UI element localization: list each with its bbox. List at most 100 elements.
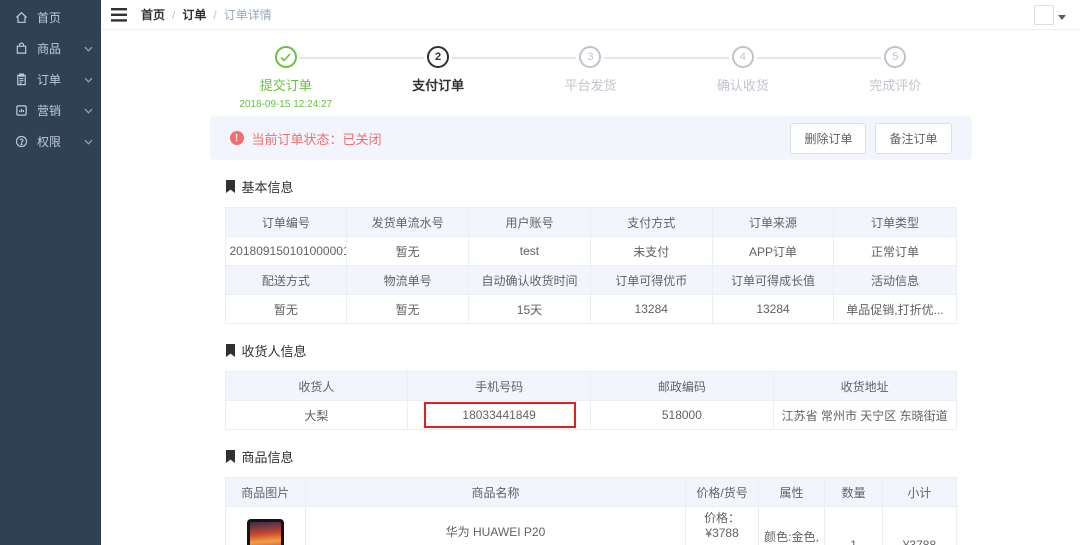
product-name-cell: 华为 HUAWEI P20 品牌：华为 xyxy=(305,507,685,545)
col-header: 物流单号 xyxy=(347,266,469,295)
step-platform-ship: 3 平台发货 xyxy=(514,46,666,110)
product-price-cell: 价格：¥3788 货号：6946605 xyxy=(686,507,759,545)
order-icon xyxy=(15,73,28,86)
sidebar-item-home[interactable]: 首页 xyxy=(0,2,101,33)
breadcrumb: 首页 / 订单 / 订单详情 xyxy=(141,6,272,23)
caret-down-icon[interactable] xyxy=(1058,15,1066,20)
delivery-sn: 暂无 xyxy=(347,237,469,266)
product-info-section-title: 商品信息 xyxy=(225,447,957,466)
table-row: 201809150101000001 暂无 test 未支付 APP订单 正常订… xyxy=(225,237,956,266)
table-row: 大梨 18033441849 518000 江苏省 常州市 天宁区 东晓街道 xyxy=(225,401,956,430)
step-label: 提交订单 xyxy=(260,75,312,94)
table-row: 华为 HUAWEI P20 品牌：华为 价格：¥3788 货号：6946605 … xyxy=(225,507,956,545)
step-label: 确认收货 xyxy=(717,75,769,94)
col-header: 手机号码 xyxy=(408,372,591,401)
step-number: 3 xyxy=(579,46,601,68)
breadcrumb-separator: / xyxy=(172,8,175,22)
col-header: 收货人 xyxy=(225,372,408,401)
col-header: 支付方式 xyxy=(590,208,712,237)
post-code: 518000 xyxy=(591,401,774,430)
product-price: 价格：¥3788 xyxy=(690,509,754,540)
section-title-text: 收货人信息 xyxy=(242,341,307,360)
receiver-name: 大梨 xyxy=(225,401,408,430)
permission-icon xyxy=(15,135,28,148)
bookmark-icon xyxy=(225,344,236,357)
hamburger-menu-icon[interactable] xyxy=(111,8,127,22)
sidebar-item-permission[interactable]: 权限 xyxy=(0,126,101,157)
table-row: 暂无 暂无 15天 13284 13284 单品促销,打折优... xyxy=(225,295,956,324)
sidebar-item-label: 订单 xyxy=(37,71,61,88)
col-header: 订单来源 xyxy=(712,208,834,237)
receiver-phone: 18033441849 xyxy=(408,401,591,430)
step-complete-review: 5 完成评价 xyxy=(819,46,971,110)
product-subtotal: ¥3788 xyxy=(883,507,956,545)
home-icon xyxy=(15,11,28,24)
table-row: 商品图片 商品名称 价格/货号 属性 数量 小计 xyxy=(225,478,956,507)
delete-order-button[interactable]: 删除订单 xyxy=(790,123,866,154)
receiver-address: 江苏省 常州市 天宁区 东晓街道 xyxy=(773,401,956,430)
step-submit-order: 提交订单 2018-09-15 12:24:27 xyxy=(210,46,362,110)
chevron-down-icon xyxy=(84,46,93,52)
auto-confirm-days: 15天 xyxy=(469,295,591,324)
chevron-down-icon xyxy=(84,77,93,83)
breadcrumb-home[interactable]: 首页 xyxy=(141,6,165,23)
col-header: 发货单流水号 xyxy=(347,208,469,237)
logistics-sn: 暂无 xyxy=(347,295,469,324)
receiver-info-table: 收货人 手机号码 邮政编码 收货地址 大梨 18033441849 518000… xyxy=(225,371,957,430)
marketing-icon xyxy=(15,104,28,117)
breadcrumb-separator: / xyxy=(213,8,216,22)
table-row: 配送方式 物流单号 自动确认收货时间 订单可得优币 订单可得成长值 活动信息 xyxy=(225,266,956,295)
order-status-text: 当前订单状态：已关闭 xyxy=(252,129,382,148)
check-circle-icon xyxy=(275,46,297,68)
col-header: 收货地址 xyxy=(773,372,956,401)
sidebar-item-label: 营销 xyxy=(37,102,61,119)
step-number: 5 xyxy=(884,46,906,68)
order-status-alert: ! 当前订单状态：已关闭 删除订单 备注订单 xyxy=(210,116,972,160)
topbar: 首页 / 订单 / 订单详情 xyxy=(101,0,1080,30)
sidebar-item-order[interactable]: 订单 xyxy=(0,64,101,95)
product-qty: 1 xyxy=(824,507,882,545)
col-header: 商品图片 xyxy=(225,478,305,507)
order-detail-page: 提交订单 2018-09-15 12:24:27 2 支付订单 3 平台发货 4… xyxy=(101,31,1080,545)
sidebar-item-product[interactable]: 商品 xyxy=(0,33,101,64)
product-info-table: 商品图片 商品名称 价格/货号 属性 数量 小计 华为 HUAWEI P20 品… xyxy=(225,477,957,545)
col-header: 订单类型 xyxy=(834,208,956,237)
col-header: 数量 xyxy=(824,478,882,507)
product-attrs: 颜色:金色,容量:16G, xyxy=(759,507,825,545)
sidebar-item-label: 首页 xyxy=(37,9,61,26)
bookmark-icon xyxy=(225,180,236,193)
basic-info-table: 订单编号 发货单流水号 用户账号 支付方式 订单来源 订单类型 20180915… xyxy=(225,207,957,324)
col-header: 自动确认收货时间 xyxy=(469,266,591,295)
basic-info-section-title: 基本信息 xyxy=(225,177,957,196)
sidebar-item-label: 商品 xyxy=(37,40,61,57)
table-row: 订单编号 发货单流水号 用户账号 支付方式 订单来源 订单类型 xyxy=(225,208,956,237)
sidebar-item-marketing[interactable]: 营销 xyxy=(0,95,101,126)
col-header: 活动信息 xyxy=(834,266,956,295)
step-confirm-receipt: 4 确认收货 xyxy=(667,46,819,110)
step-label: 完成评价 xyxy=(869,75,921,94)
pay-status: 未支付 xyxy=(590,237,712,266)
chevron-down-icon xyxy=(84,139,93,145)
col-header: 小计 xyxy=(883,478,956,507)
note-order-button[interactable]: 备注订单 xyxy=(875,123,951,154)
huawei-p20-image xyxy=(247,519,284,545)
order-coins: 13284 xyxy=(590,295,712,324)
avatar[interactable] xyxy=(1034,5,1054,25)
order-sn: 201809150101000001 xyxy=(225,237,347,266)
breadcrumb-order[interactable]: 订单 xyxy=(182,6,206,23)
order-growth: 13284 xyxy=(712,295,834,324)
col-header: 订单可得成长值 xyxy=(712,266,834,295)
chevron-down-icon xyxy=(84,108,93,114)
step-label: 平台发货 xyxy=(564,75,616,94)
order-type: 正常订单 xyxy=(834,237,956,266)
step-date: 2018-09-15 12:24:27 xyxy=(239,99,332,110)
phone-number: 18033441849 xyxy=(462,408,535,422)
step-number: 2 xyxy=(427,46,449,68)
col-header: 邮政编码 xyxy=(591,372,774,401)
user-account: test xyxy=(469,237,591,266)
col-header: 用户账号 xyxy=(469,208,591,237)
delivery-method: 暂无 xyxy=(225,295,347,324)
col-header: 订单可得优币 xyxy=(590,266,712,295)
step-number: 4 xyxy=(732,46,754,68)
sidebar-item-label: 权限 xyxy=(37,133,61,150)
